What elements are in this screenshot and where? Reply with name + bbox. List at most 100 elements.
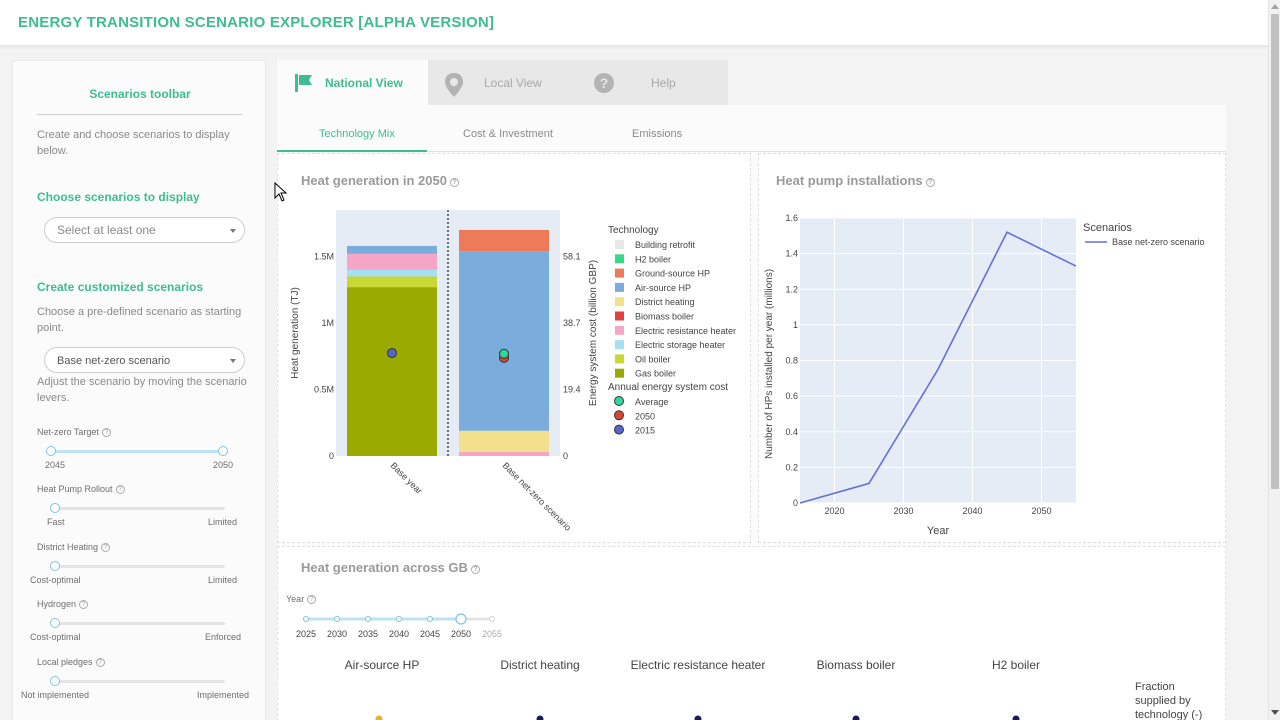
subtab-technology-mix[interactable]: Technology Mix	[319, 128, 395, 140]
toolbar-intro: Create and choose scenarios to display b…	[37, 129, 230, 157]
year-slider-tick: 2030	[327, 629, 347, 639]
district-heating-min-label: Cost-optimal	[30, 575, 81, 585]
heat-pump-slider-handle[interactable]	[50, 503, 60, 513]
local-pledges-slider-track[interactable]	[55, 680, 225, 683]
tab-help[interactable]: ? Help	[578, 60, 728, 105]
bar-segment	[459, 452, 549, 456]
y2-tick-label: 0	[563, 451, 568, 461]
net-zero-slider-min-handle[interactable]	[46, 446, 56, 456]
help-icon: ?	[101, 428, 111, 437]
help-icon: ?	[307, 595, 317, 604]
year-slider-tick: 2055	[482, 629, 502, 639]
legend-swatch	[615, 368, 624, 378]
heat-pump-chart[interactable]: 0 0.2 0.4 0.6 0.8 1 1.2 1.4 1.6 2020 2030 2040 2050 Y…	[759, 154, 1225, 540]
hydrogen-max-label: Enforced	[205, 632, 242, 642]
x-tick-label: Base year	[389, 460, 425, 496]
map-title: H2 boiler	[992, 658, 1040, 672]
district-heating-slider-track[interactable]	[55, 565, 225, 568]
cost-legend-title: Annual energy system cost	[608, 382, 728, 393]
year-slider[interactable]: 2025 2030 2035 2040 2045 2050 2055	[288, 607, 528, 657]
year-slider-dot	[365, 616, 371, 622]
choose-scenarios-select[interactable]: Select at least one	[44, 217, 245, 243]
year-slider-tick: 2040	[389, 629, 409, 639]
net-zero-slider-handle[interactable]	[218, 446, 228, 456]
lever-district-heating-label: District Heating?	[37, 542, 111, 552]
legend-title: Technology	[608, 225, 659, 236]
heat-generation-chart[interactable]: 00.5M1M1.5M019.438.758.1Heat generation …	[278, 154, 748, 540]
net-zero-max-label: 2050	[213, 460, 234, 470]
year-slider-tick: 2045	[420, 629, 440, 639]
hydrogen-min-label: Cost-optimal	[30, 632, 81, 642]
cost-marker	[499, 348, 509, 359]
colorbar-title: Fraction supplied by technology (-)	[1135, 681, 1203, 720]
district-heating-slider-handle[interactable]	[50, 561, 60, 571]
subtab-active-indicator	[277, 150, 427, 152]
across-gb-title: Heat generation across GB?	[301, 560, 480, 575]
scrollbar-thumb[interactable]	[1271, 14, 1279, 489]
map-shape-fragment	[1012, 715, 1020, 720]
subtab-emissions[interactable]: Emissions	[632, 128, 682, 140]
legend-label: H2 boiler	[635, 254, 671, 264]
page-scrollbar[interactable]	[1268, 0, 1280, 720]
map-pin-icon	[445, 73, 463, 97]
help-icon: ?	[79, 600, 89, 609]
local-pledges-slider-handle[interactable]	[50, 676, 60, 686]
scroll-down-arrow-icon[interactable]	[1271, 710, 1279, 715]
x-tick-label: 2020	[824, 506, 844, 516]
subtab-cost-investment[interactable]: Cost & Investment	[463, 128, 553, 140]
legend-label: Biomass boiler	[635, 312, 694, 322]
y-tick-label: 0.6	[785, 391, 798, 401]
local-pledges-max-label: Implemented	[197, 690, 250, 700]
map-shape-fragment	[694, 715, 702, 720]
tab-local-view[interactable]: Local View	[428, 60, 578, 105]
year-slider-label: Year?	[286, 594, 317, 604]
toolbar-divider	[37, 114, 242, 115]
scenarios-toolbar: Scenarios toolbar Create and choose scen…	[12, 60, 266, 720]
bar-segment	[459, 430, 549, 453]
cost-legend-marker	[614, 396, 624, 406]
y-axis-title: Heat generation (TJ)	[290, 287, 301, 379]
net-zero-min-label: 2045	[45, 460, 66, 470]
year-slider-dot	[427, 616, 433, 622]
net-zero-slider-track[interactable]	[51, 450, 223, 453]
legend-title: Scenarios	[1083, 222, 1132, 234]
year-slider-dot	[489, 616, 495, 622]
legend-label: Electric resistance heater	[635, 326, 736, 336]
cost-legend-marker	[614, 410, 624, 421]
y-tick-label: 1.5M	[314, 252, 334, 262]
y-tick-label: 0.2	[785, 462, 798, 472]
x-tick-label: 2040	[962, 506, 982, 516]
y-tick-label: 1.6	[785, 213, 798, 223]
y-tick-label: 0	[329, 451, 334, 461]
x-tick-label: 2030	[893, 506, 913, 516]
cost-legend-label: 2015	[635, 426, 655, 436]
year-slider-tick: 2050	[451, 629, 471, 639]
legend-label: Ground-source HP	[635, 269, 710, 279]
legend-swatch	[615, 282, 624, 292]
legend-swatch	[615, 297, 624, 307]
y2-tick-label: 38.7	[563, 318, 581, 328]
hydrogen-slider-handle[interactable]	[50, 618, 60, 628]
legend-swatch	[615, 268, 624, 278]
x-tick-label: Base net-zero scenario	[501, 460, 574, 533]
y-tick-label: 1.2	[785, 284, 798, 294]
heat-pump-card: Heat pump installations? 0 0.2 0.4 0.6 0.8 1 1…	[758, 153, 1226, 543]
base-scenario-select[interactable]: Base net-zero scenario	[44, 347, 245, 373]
legend-swatch	[615, 254, 624, 264]
legend-label: Building retrofit	[635, 240, 696, 250]
lever-local-pledges-label: Local pledges?	[37, 657, 105, 667]
choose-scenarios-placeholder: Select at least one	[57, 223, 156, 237]
help-icon: ?	[101, 543, 111, 552]
lever-hydrogen-label: Hydrogen?	[37, 599, 89, 609]
scroll-up-arrow-icon[interactable]	[1271, 4, 1279, 9]
hydrogen-slider-track[interactable]	[55, 622, 225, 625]
app-header: ENERGY TRANSITION SCENARIO EXPLORER [ALP…	[0, 0, 1268, 46]
tab-national-view[interactable]: National View	[277, 60, 428, 105]
adjust-scenario-help: Adjust the scenario by moving the scenar…	[37, 376, 247, 404]
y-axis-title: Number of HPs installed per year (millio…	[764, 269, 775, 459]
heat-pump-max-label: Limited	[208, 517, 238, 527]
heat-pump-slider-track[interactable]	[55, 507, 225, 510]
create-scenarios-help: Choose a pre-defined scenario as startin…	[37, 306, 242, 334]
y-tick-label: 0.5M	[314, 385, 334, 395]
year-slider-tick: 2035	[358, 629, 378, 639]
